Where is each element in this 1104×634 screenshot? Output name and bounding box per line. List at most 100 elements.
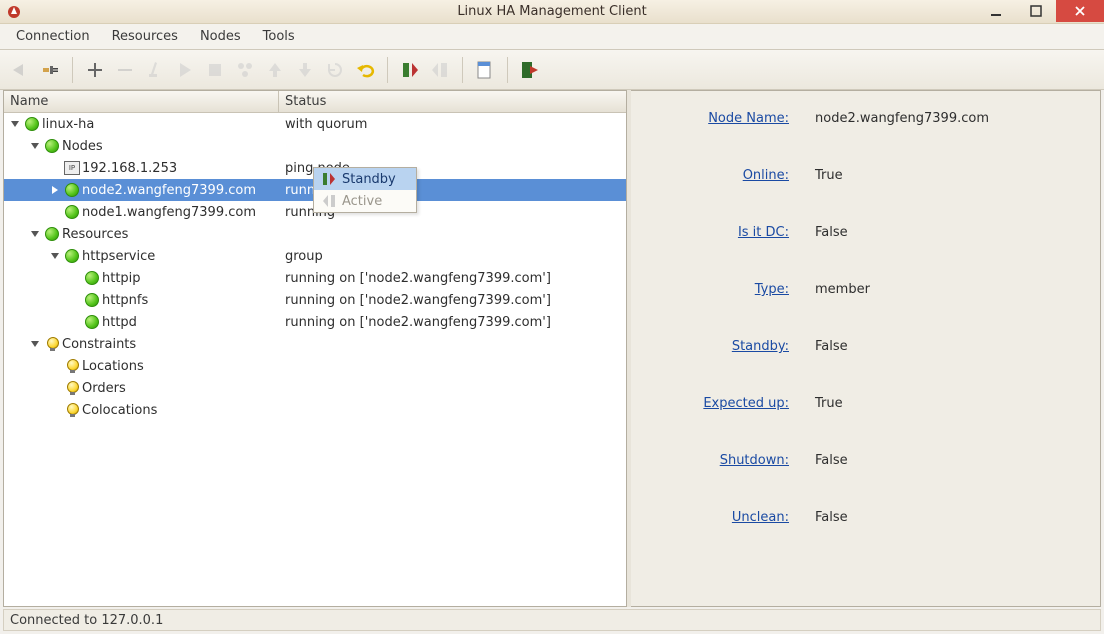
ctx-label: Active (342, 194, 382, 209)
tool-active-icon[interactable] (426, 56, 454, 84)
tree-row-locations[interactable]: Locations (4, 355, 626, 377)
tree-header: Name Status (4, 91, 626, 113)
context-menu: Standby Active (313, 167, 417, 213)
tree-label: Nodes (62, 139, 103, 154)
toolbar-separator (387, 57, 388, 83)
status-dot-icon (65, 183, 79, 197)
column-status[interactable]: Status (279, 91, 626, 112)
minimize-button[interactable] (976, 0, 1016, 22)
expander-icon[interactable] (48, 183, 62, 197)
tool-stop-icon[interactable] (201, 56, 229, 84)
ctx-label: Standby (342, 172, 396, 187)
label-node-name[interactable]: Node Name: (645, 111, 815, 126)
toolbar-separator (462, 57, 463, 83)
toolbar (0, 50, 1104, 90)
column-name[interactable]: Name (4, 91, 279, 112)
status-dot-icon (85, 293, 99, 307)
label-standby[interactable]: Standby: (645, 339, 815, 354)
tree-label: httpip (102, 271, 141, 286)
menu-nodes[interactable]: Nodes (190, 26, 251, 47)
expander-icon[interactable] (48, 249, 62, 263)
tool-undo-icon[interactable] (351, 56, 379, 84)
status-dot-icon (45, 227, 59, 241)
tree-status: group (279, 249, 626, 264)
menu-bar: Connection Resources Nodes Tools (0, 24, 1104, 50)
tree-status: with quorum (279, 117, 626, 132)
tool-view-icon[interactable] (471, 56, 499, 84)
expander-icon[interactable] (28, 337, 42, 351)
value-online: True (815, 168, 843, 183)
tree-row-httpd[interactable]: httpd running on ['node2.wangfeng7399.co… (4, 311, 626, 333)
ctx-standby[interactable]: Standby (314, 168, 416, 190)
tool-standby-icon[interactable] (396, 56, 424, 84)
tool-default-icon[interactable] (231, 56, 259, 84)
expander-icon[interactable] (28, 227, 42, 241)
label-is-dc[interactable]: Is it DC: (645, 225, 815, 240)
tree-label: Constraints (62, 337, 136, 352)
label-shutdown[interactable]: Shutdown: (645, 453, 815, 468)
label-unclean[interactable]: Unclean: (645, 510, 815, 525)
value-unclean: False (815, 510, 848, 525)
ctx-active: Active (314, 190, 416, 212)
title-bar: Linux HA Management Client (0, 0, 1104, 24)
tree-label: Colocations (82, 403, 157, 418)
tool-exit-icon[interactable] (516, 56, 544, 84)
tree-row-colocations[interactable]: Colocations (4, 399, 626, 421)
label-type[interactable]: Type: (645, 282, 815, 297)
tree-row-httpservice[interactable]: httpservice group (4, 245, 626, 267)
bulb-icon (45, 337, 59, 351)
status-text: Connected to 127.0.0.1 (10, 613, 163, 628)
tool-back-icon[interactable] (6, 56, 34, 84)
tree-status: running on ['node2.wangfeng7399.com'] (279, 293, 626, 308)
tool-cleanup-icon[interactable] (141, 56, 169, 84)
tree-status: running on ['node2.wangfeng7399.com'] (279, 315, 626, 330)
bulb-icon (65, 359, 79, 373)
tool-refresh-icon[interactable] (321, 56, 349, 84)
tool-remove-icon[interactable] (111, 56, 139, 84)
expander-icon[interactable] (28, 139, 42, 153)
tree-label: linux-ha (42, 117, 94, 132)
value-shutdown: False (815, 453, 848, 468)
label-expected-up[interactable]: Expected up: (645, 396, 815, 411)
details-panel: Node Name: node2.wangfeng7399.com Online… (631, 90, 1101, 607)
expander-icon[interactable] (8, 117, 22, 131)
menu-connection[interactable]: Connection (6, 26, 100, 47)
tree-row-resources[interactable]: Resources (4, 223, 626, 245)
app-icon (6, 4, 22, 20)
tree-label: Locations (82, 359, 144, 374)
value-is-dc: False (815, 225, 848, 240)
tree-row-httpnfs[interactable]: httpnfs running on ['node2.wangfeng7399.… (4, 289, 626, 311)
tree-row-httpip[interactable]: httpip running on ['node2.wangfeng7399.c… (4, 267, 626, 289)
close-button[interactable] (1056, 0, 1104, 22)
tool-add-icon[interactable] (81, 56, 109, 84)
window-title: Linux HA Management Client (0, 0, 1104, 24)
status-dot-icon (65, 249, 79, 263)
tool-up-icon[interactable] (261, 56, 289, 84)
toolbar-separator (72, 57, 73, 83)
menu-resources[interactable]: Resources (102, 26, 188, 47)
tree-row-orders[interactable]: Orders (4, 377, 626, 399)
bulb-icon (65, 381, 79, 395)
maximize-button[interactable] (1016, 0, 1056, 22)
menu-tools[interactable]: Tools (253, 26, 305, 47)
status-dot-icon (45, 139, 59, 153)
tree-row-constraints[interactable]: Constraints (4, 333, 626, 355)
label-online[interactable]: Online: (645, 168, 815, 183)
toolbar-separator (507, 57, 508, 83)
tree-row-root[interactable]: linux-ha with quorum (4, 113, 626, 135)
tree-status: running on ['node2.wangfeng7399.com'] (279, 271, 626, 286)
tree-label: node1.wangfeng7399.com (82, 205, 256, 220)
value-node-name: node2.wangfeng7399.com (815, 111, 989, 126)
tree-label: 192.168.1.253 (82, 161, 177, 176)
tool-connect-icon[interactable] (36, 56, 64, 84)
tree-panel: Name Status linux-ha with quorum Nodes (3, 90, 627, 607)
tool-down-icon[interactable] (291, 56, 319, 84)
tool-start-icon[interactable] (171, 56, 199, 84)
status-dot-icon (65, 205, 79, 219)
standby-icon (322, 172, 336, 186)
tree-label: node2.wangfeng7399.com (82, 183, 256, 198)
tree-label: httpnfs (102, 293, 148, 308)
tree-row-nodes[interactable]: Nodes (4, 135, 626, 157)
status-bar: Connected to 127.0.0.1 (3, 609, 1101, 631)
tree-label: httpservice (82, 249, 155, 264)
